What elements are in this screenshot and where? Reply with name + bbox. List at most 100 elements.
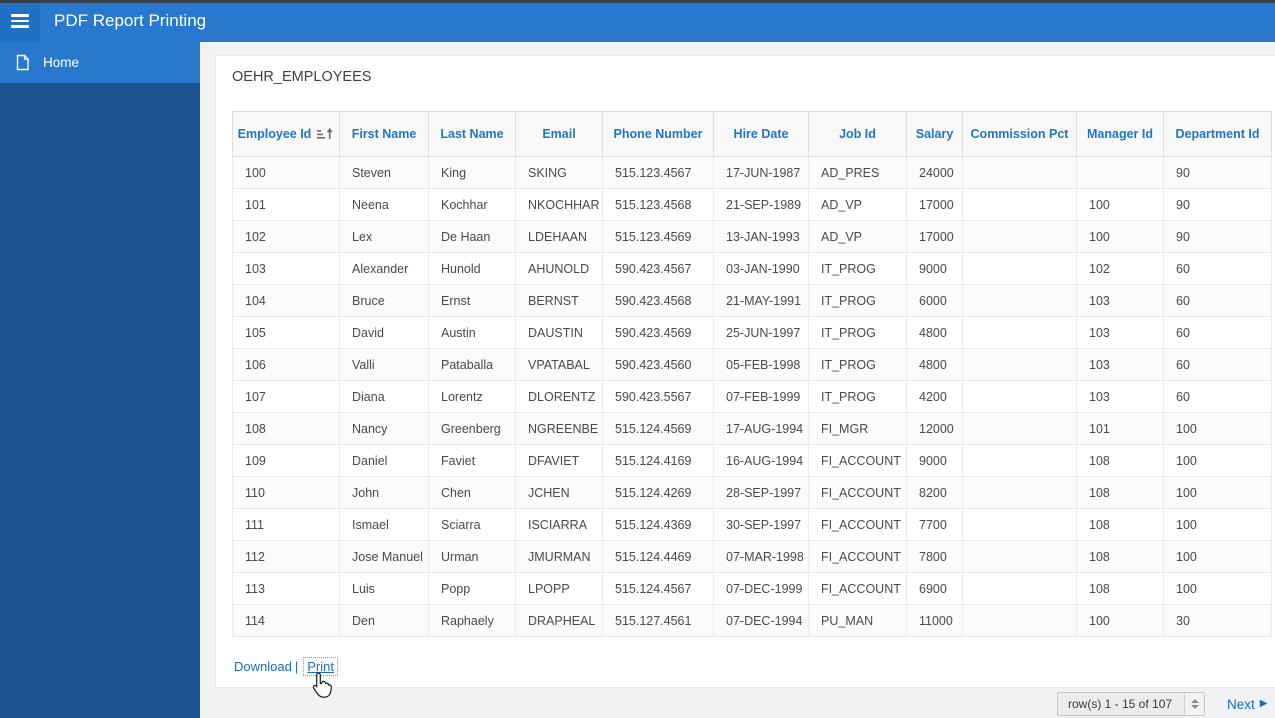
column-header-last-name[interactable]: Last Name [428, 111, 516, 157]
employees-table: Employee Id First Name Last Name Email Phone… [232, 111, 1272, 637]
table-cell: 113 [232, 572, 340, 605]
table-cell: Luis [339, 572, 429, 605]
app-title: PDF Report Printing [54, 11, 207, 30]
table-row: 101 Neena Kochhar NKOCHHAR 515.123.4568 21-SE… [232, 188, 1272, 221]
column-header-salary[interactable]: Salary [906, 111, 963, 157]
column-header-label: Employee Id [237, 127, 312, 141]
table-cell: 590.423.4568 [602, 284, 714, 317]
table-row: 103 Alexander Hunold AHUNOLD 590.423.4567 03-… [232, 252, 1272, 285]
table-cell: FI_ACCOUNT [808, 508, 907, 541]
table-cell: 104 [232, 284, 340, 317]
table-cell: 6000 [906, 284, 963, 317]
table-cell: 24000 [906, 156, 963, 189]
table-row: 102 Lex De Haan LDEHAAN 515.123.4569 13-JAN-1… [232, 220, 1272, 253]
table-cell: 9000 [906, 444, 963, 477]
table-cell: 16-AUG-1994 [713, 444, 809, 477]
sidebar-item-home[interactable]: Home [0, 42, 200, 83]
table-cell: 590.423.4569 [602, 316, 714, 349]
table-cell: 103 [1076, 380, 1164, 413]
column-header-label: Manager Id [1087, 127, 1153, 141]
table-cell: 60 [1163, 252, 1272, 285]
menu-button[interactable] [0, 0, 40, 42]
table-cell: FI_ACCOUNT [808, 572, 907, 605]
table-cell: Steven [339, 156, 429, 189]
table-cell: 4200 [906, 380, 963, 413]
table-cell: DAUSTIN [515, 316, 603, 349]
table-cell [962, 156, 1077, 189]
table-cell: 590.423.4560 [602, 348, 714, 381]
table-cell: 60 [1163, 284, 1272, 317]
table-cell: FI_ACCOUNT [808, 444, 907, 477]
table-cell: DRAPHEAL [515, 604, 603, 637]
table-row: 114 Den Raphaely DRAPHEAL 515.127.4561 07-DEC… [232, 604, 1272, 637]
table-cell: Urman [428, 540, 516, 573]
table-cell: 100 [1163, 444, 1272, 477]
sort-ascending-icon [317, 127, 334, 139]
table-cell: 515.123.4568 [602, 188, 714, 221]
table-cell: 17000 [906, 188, 963, 221]
table-cell: King [428, 156, 516, 189]
report-region: OEHR_EMPLOYEES Employee Id First Name Last… [215, 55, 1275, 698]
table-cell: LDEHAAN [515, 220, 603, 253]
table-cell: Ismael [339, 508, 429, 541]
pagination-next-link[interactable]: Next ▶ [1227, 692, 1267, 716]
table-cell: 90 [1163, 220, 1272, 253]
table-cell: Nancy [339, 412, 429, 445]
table-cell: BERNST [515, 284, 603, 317]
table-cell: AD_VP [808, 188, 907, 221]
table-cell [962, 348, 1077, 381]
column-header-first-name[interactable]: First Name [339, 111, 429, 157]
table-cell: 21-SEP-1989 [713, 188, 809, 221]
table-cell: Raphaely [428, 604, 516, 637]
column-header-label: Salary [915, 127, 954, 141]
pagination-range-select[interactable]: row(s) 1 - 15 of 107 [1057, 692, 1205, 716]
column-header-label: Hire Date [733, 127, 789, 141]
column-header-email[interactable]: Email [515, 111, 603, 157]
table-cell [962, 572, 1077, 605]
table-cell: 17-JUN-1987 [713, 156, 809, 189]
sidebar: Home [0, 42, 200, 718]
table-cell: Kochhar [428, 188, 516, 221]
column-header-hire-date[interactable]: Hire Date [713, 111, 809, 157]
table-row: 108 Nancy Greenberg NGREENBE 515.124.4569 17-… [232, 412, 1272, 445]
table-cell: FI_ACCOUNT [808, 476, 907, 509]
print-link[interactable]: Print [303, 657, 338, 676]
table-cell: De Haan [428, 220, 516, 253]
column-header-commission-pct[interactable]: Commission Pct [962, 111, 1077, 157]
download-link[interactable]: Download [234, 659, 292, 674]
table-cell: 100 [1076, 220, 1164, 253]
table-cell: 60 [1163, 316, 1272, 349]
table-cell [962, 444, 1077, 477]
table-cell: Den [339, 604, 429, 637]
main-content: OEHR_EMPLOYEES Employee Id First Name Last… [200, 42, 1275, 718]
table-cell: 107 [232, 380, 340, 413]
hamburger-icon [11, 11, 29, 31]
table-row: 110 John Chen JCHEN 515.124.4269 28-SEP-1997 F… [232, 476, 1272, 509]
table-cell: 100 [232, 156, 340, 189]
column-header-phone-number[interactable]: Phone Number [602, 111, 714, 157]
window-top-edge [0, 0, 1275, 3]
table-cell: 515.124.4569 [602, 412, 714, 445]
table-cell: Faviet [428, 444, 516, 477]
table-cell [962, 604, 1077, 637]
table-row: 111 Ismael Sciarra ISCIARRA 515.124.4369 30-S… [232, 508, 1272, 541]
column-header-department-id[interactable]: Department Id [1163, 111, 1272, 157]
table-row: 106 Valli Pataballa VPATABAL 590.423.4560 05-… [232, 348, 1272, 381]
table-cell: 17000 [906, 220, 963, 253]
table-cell: 100 [1163, 572, 1272, 605]
table-cell: Jose Manuel [339, 540, 429, 573]
table-cell: Greenberg [428, 412, 516, 445]
column-header-manager-id[interactable]: Manager Id [1076, 111, 1164, 157]
table-cell: Lex [339, 220, 429, 253]
column-header-employee-id[interactable]: Employee Id [232, 111, 340, 157]
table-cell: Pataballa [428, 348, 516, 381]
table-cell: Ernst [428, 284, 516, 317]
table-cell: DFAVIET [515, 444, 603, 477]
column-header-label: Last Name [440, 127, 504, 141]
table-cell: IT_PROG [808, 380, 907, 413]
column-header-job-id[interactable]: Job Id [808, 111, 907, 157]
table-row: 100 Steven King SKING 515.123.4567 17-JUN-198… [232, 156, 1272, 189]
table-cell: 515.124.4269 [602, 476, 714, 509]
table-cell: VPATABAL [515, 348, 603, 381]
table-cell [1076, 156, 1164, 189]
